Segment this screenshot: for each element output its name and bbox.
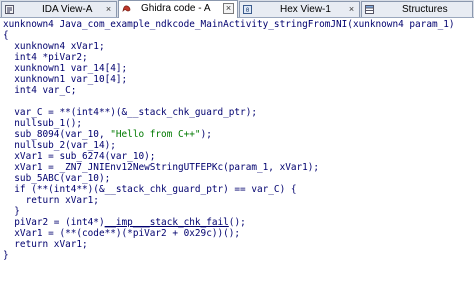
code-line: xunknown1 var_10[4]; [3,74,128,85]
code-line: piVar2 = (int4*)__imp___stack_chk_fail()… [3,217,246,228]
code-line: sub_8094(var_10, "Hello from C++"); [3,129,212,140]
code-line: xVar1 = sub_6274(var_10); [3,151,156,162]
tab-ida-view-a[interactable]: IDA View-A × [1,1,117,17]
tab-label: Hex View-1 [280,4,331,15]
code-line: int4 var_C; [3,85,77,96]
code-text: ); [200,129,212,140]
tab-label: IDA View-A [42,4,93,15]
close-icon[interactable]: × [346,4,357,15]
code-line: { [3,30,9,41]
structures-icon [365,5,374,14]
code-text: (); [228,217,246,228]
code-line: } [3,250,9,261]
code-line: xunknown1 var_14[4]; [3,63,128,74]
code-line: nullsub_1(); [3,118,83,129]
tab-ghidra-code-a[interactable]: Ghidra code - A × [118,0,238,18]
code-line: return xVar1; [3,195,99,206]
code-line: var_C = **(int4**)(&__stack_chk_guard_pt… [3,107,257,118]
code-line: } [3,206,20,217]
code-line: xunknown4 xVar1; [3,41,105,52]
tab-label: Ghidra code - A [141,3,211,14]
code-line: nullsub_2(var_14); [3,140,116,151]
close-icon[interactable]: × [223,3,234,14]
code-line: int4 *piVar2; [3,52,88,63]
string-literal: "Hello from C++" [110,129,201,140]
code-line: if (**(int4**)(&__stack_chk_guard_ptr) =… [3,184,297,195]
code-text: piVar2 = (int4*) [3,217,105,228]
tab-hex-view-1[interactable]: 0 Hex View-1 × [239,1,360,17]
code-text: sub_8094(var_10, [3,129,111,140]
imported-function-link[interactable]: __imp___stack_chk_fail [105,217,229,228]
ida-view-icon [5,5,14,14]
hex-view-icon: 0 [243,5,252,14]
tab-structures[interactable]: Structures [361,1,473,17]
code-line: return xVar1; [3,239,88,250]
code-line: xVar1 = _ZN7_JNIEnv12NewStringUTFEPKc(pa… [3,162,320,173]
code-line: xVar1 = (**(code**)(*piVar2 + 0x29c))(); [3,228,241,239]
close-icon[interactable]: × [103,4,114,15]
svg-text:0: 0 [246,7,250,14]
code-line: xunknown4 Java_com_example_ndkcode_MainA… [3,19,455,30]
tab-bar: IDA View-A × Ghidra code - A × 0 Hex Vie… [0,0,474,18]
tab-label: Structures [402,4,448,15]
code-line: sub_5ABC(var_10); [3,173,111,184]
decompiled-code-view[interactable]: xunknown4 Java_com_example_ndkcode_MainA… [3,18,474,289]
ghidra-icon [122,5,131,13]
